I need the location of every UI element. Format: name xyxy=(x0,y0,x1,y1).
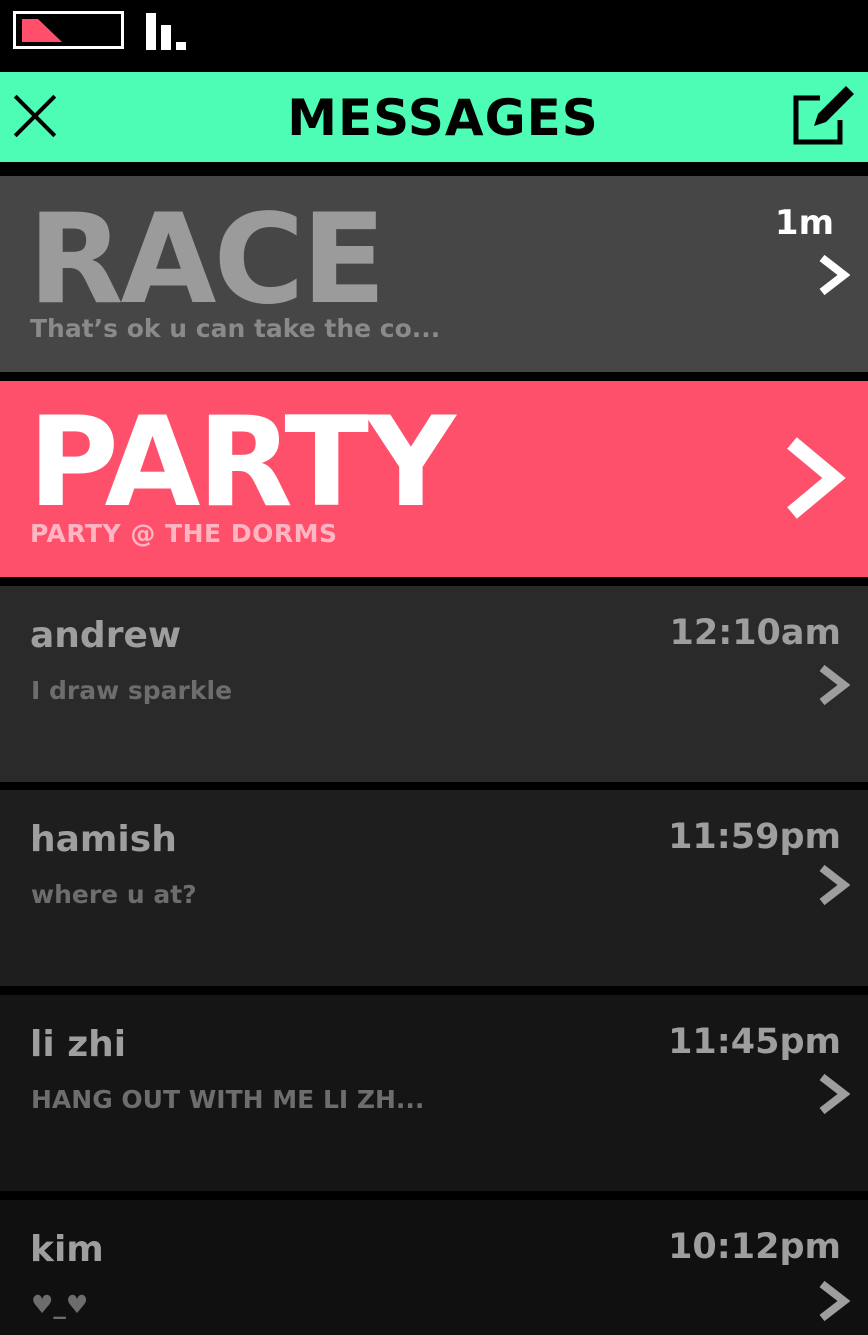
message-time: 12:10am xyxy=(669,613,842,653)
signal-icon xyxy=(146,13,190,50)
list-item[interactable]: li zhi HANG OUT WITH ME LI ZH... 11:45pm xyxy=(0,995,868,1191)
list-item[interactable]: hamish where u at? 11:59pm xyxy=(0,790,868,986)
group-time: 1m xyxy=(774,203,834,243)
status-bar xyxy=(0,0,868,72)
contact-name: kim xyxy=(30,1229,104,1270)
chevron-right-icon xyxy=(818,664,850,706)
message-snippet: ♥_♥ xyxy=(31,1290,89,1319)
chevron-right-icon xyxy=(818,1280,850,1322)
chevron-right-icon xyxy=(818,1073,850,1115)
message-time: 11:59pm xyxy=(668,817,841,857)
page-title: MESSAGES xyxy=(287,89,599,147)
battery-icon xyxy=(13,11,124,49)
battery-level xyxy=(22,19,62,42)
list-item[interactable]: andrew I draw sparkle 12:10am xyxy=(0,586,868,782)
chevron-right-icon xyxy=(784,435,846,521)
message-time: 11:45pm xyxy=(668,1022,841,1062)
group-name: PARTY xyxy=(28,391,456,535)
group-row-race[interactable]: RACE That’s ok u can take the co... 1m xyxy=(0,176,868,372)
group-preview: That’s ok u can take the co... xyxy=(30,314,441,343)
message-snippet: HANG OUT WITH ME LI ZH... xyxy=(31,1085,425,1114)
message-snippet: I draw sparkle xyxy=(31,676,233,705)
chevron-right-icon xyxy=(818,254,850,296)
compose-icon[interactable] xyxy=(790,84,856,148)
contact-name: li zhi xyxy=(30,1024,127,1065)
list-item[interactable]: kim ♥_♥ 10:12pm xyxy=(0,1200,868,1335)
group-name: RACE xyxy=(28,188,386,332)
contact-name: hamish xyxy=(30,819,177,860)
header-bar: MESSAGES xyxy=(0,72,868,162)
contact-name: andrew xyxy=(30,615,182,656)
group-preview: PARTY @ THE DORMS xyxy=(30,519,338,548)
group-row-party[interactable]: PARTY PARTY @ THE DORMS xyxy=(0,381,868,577)
chevron-right-icon xyxy=(818,864,850,906)
message-time: 10:12pm xyxy=(668,1227,841,1267)
message-snippet: where u at? xyxy=(31,880,197,909)
